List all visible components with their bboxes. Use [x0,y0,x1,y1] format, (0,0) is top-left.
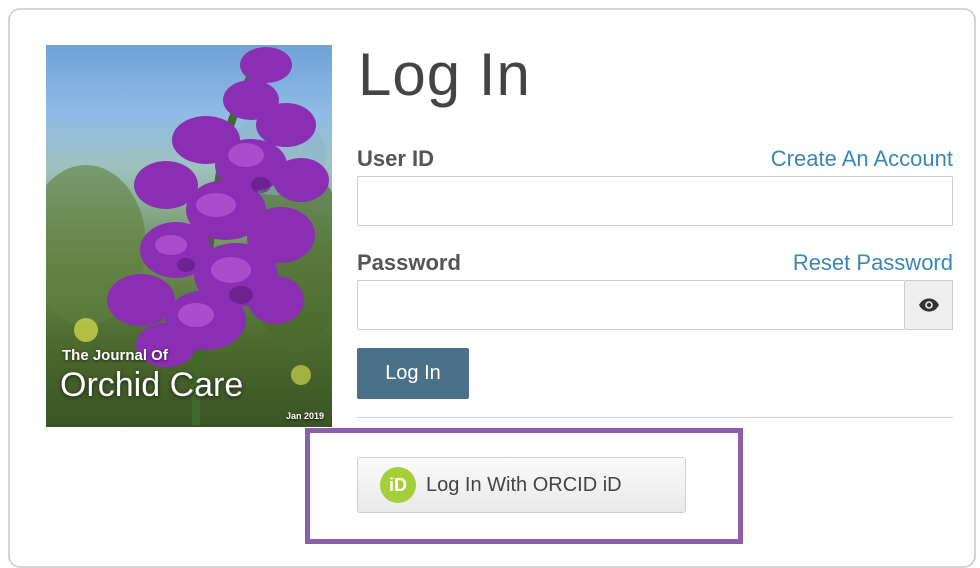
password-label: Password [357,250,461,275]
orcid-login-button[interactable]: iD Log In With ORCID iD [357,457,686,513]
login-button[interactable]: Log In [357,348,469,399]
create-account-link[interactable]: Create An Account [771,146,953,172]
cover-journal-prefix: The Journal Of [62,347,168,364]
page-title: Log In [358,41,531,108]
cover-issue-date: Jan 2019 [285,411,324,421]
reset-password-link[interactable]: Reset Password [793,250,953,276]
user-id-label: User ID [357,146,435,171]
orcid-login-label: Log In With ORCID iD [426,473,622,496]
password-input[interactable] [357,280,905,330]
cover-journal-title: Orchid Care [60,366,244,404]
show-password-button[interactable] [905,280,953,330]
eye-icon [918,298,939,312]
user-id-input[interactable] [357,176,953,226]
journal-cover-image: The Journal Of Orchid Care Jan 2019 [46,45,332,427]
orcid-logo-icon: iD [380,467,416,503]
divider [357,417,953,418]
